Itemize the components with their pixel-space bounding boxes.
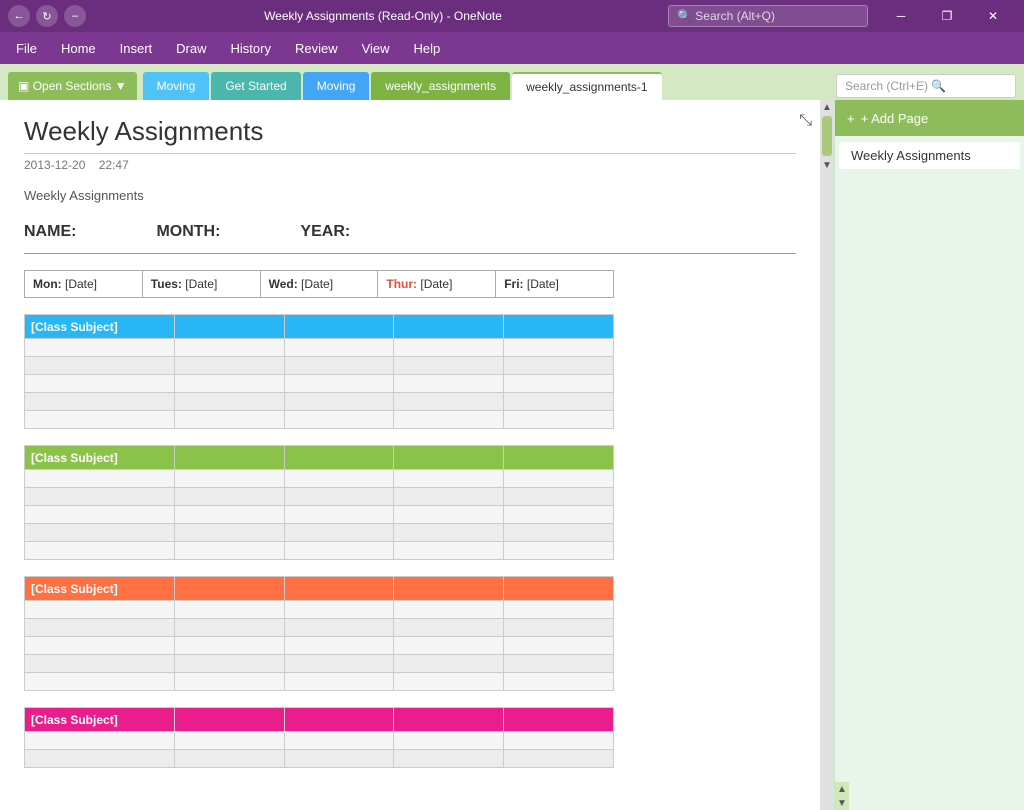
page-item[interactable]: Weekly Assignments (839, 142, 1020, 169)
pin-button[interactable]: ‒ (64, 5, 86, 27)
dropdown-icon: ▼ (115, 79, 127, 93)
page-title: Weekly Assignments (24, 116, 796, 154)
page-date: 2013-12-20 22:47 (24, 158, 796, 172)
scroll-thumb[interactable] (822, 116, 832, 156)
subject-cell-1: [Class Subject] (25, 315, 175, 339)
menu-bar: FileHomeInsertDrawHistoryReviewViewHelp (0, 32, 1024, 64)
page-subtitle: Weekly Assignments (24, 188, 796, 203)
right-scroll-up[interactable]: ▲ (835, 782, 849, 796)
table-row (25, 619, 614, 637)
table-row (25, 411, 614, 429)
table-row (25, 732, 614, 750)
tab-search-placeholder: Search (Ctrl+E) (845, 79, 928, 93)
assign-table-1: [Class Subject] (24, 314, 614, 429)
menu-item-history[interactable]: History (219, 37, 283, 60)
days-row: Mon: [Date] Tues: [Date] Wed: [Date] Thu… (25, 271, 614, 298)
title-bar: ← ↻ ‒ Weekly Assignments (Read-Only) - O… (0, 0, 1024, 32)
table-row (25, 357, 614, 375)
open-sections-button[interactable]: ▣ Open Sections ▼ (8, 72, 137, 100)
page-time-value: 22:47 (99, 158, 129, 172)
minimize-button[interactable]: ─ (878, 0, 924, 32)
table-row (25, 393, 614, 411)
expand-button[interactable]: ⤡ (799, 112, 812, 130)
table-row (25, 655, 614, 673)
add-icon: + (847, 111, 855, 126)
year-label: YEAR: (300, 223, 350, 241)
page-item-label: Weekly Assignments (851, 148, 971, 163)
table-row (25, 488, 614, 506)
day-tues: Tues: [Date] (142, 271, 260, 298)
forward-button[interactable]: ↻ (36, 5, 58, 27)
day-thu: Thur: [Date] (378, 271, 496, 298)
close-button[interactable]: ✕ (970, 0, 1016, 32)
month-label: MONTH: (156, 223, 220, 241)
separator (24, 253, 796, 254)
table-header-4: [Class Subject] (25, 708, 614, 732)
table-row (25, 506, 614, 524)
window-controls-left: ← ↻ ‒ (8, 5, 86, 27)
window-buttons: ─ ❐ ✕ (878, 0, 1016, 32)
tab-search[interactable]: Search (Ctrl+E) 🔍 (836, 74, 1016, 98)
table-header-2: [Class Subject] (25, 446, 614, 470)
add-page-label: + Add Page (861, 111, 929, 126)
days-table: Mon: [Date] Tues: [Date] Wed: [Date] Thu… (24, 270, 614, 298)
tab-moving-2[interactable]: Moving (303, 72, 370, 100)
table-row (25, 470, 614, 488)
add-page-button[interactable]: + + Add Page (835, 100, 1024, 136)
right-panel: + + Add Page Weekly Assignments ▲ ▼ (834, 100, 1024, 810)
content-area: ⤡ Weekly Assignments 2013-12-20 22:47 We… (0, 100, 820, 810)
search-icon-tab: 🔍 (931, 79, 946, 93)
subject-cell-2: [Class Subject] (25, 446, 175, 470)
page-date-value: 2013-12-20 (24, 158, 85, 172)
assign-table-2: [Class Subject] (24, 445, 614, 560)
back-button[interactable]: ← (8, 5, 30, 27)
subject-cell-4: [Class Subject] (25, 708, 175, 732)
restore-button[interactable]: ❐ (924, 0, 970, 32)
pages-list: Weekly Assignments (835, 136, 1024, 782)
notebook-icon: ▣ (18, 79, 29, 93)
name-label: NAME: (24, 223, 76, 241)
table-row (25, 750, 614, 768)
notebook-label: Open Sections (33, 79, 112, 93)
fields-row: NAME: MONTH: YEAR: (24, 223, 796, 241)
table-header-1: [Class Subject] (25, 315, 614, 339)
menu-item-file[interactable]: File (4, 37, 49, 60)
subject-cell-3: [Class Subject] (25, 577, 175, 601)
day-fri: Fri: [Date] (496, 271, 614, 298)
table-row (25, 637, 614, 655)
table-row (25, 673, 614, 691)
search-icon: 🔍 (677, 9, 692, 23)
assign-table-3: [Class Subject] (24, 576, 614, 691)
day-wed: Wed: [Date] (260, 271, 378, 298)
tab-get-started[interactable]: Get Started (211, 72, 300, 100)
tab-weekly-assignments[interactable]: weekly_assignments (371, 72, 510, 100)
table-header-3: [Class Subject] (25, 577, 614, 601)
table-row (25, 375, 614, 393)
right-panel-scrollbar[interactable]: ▲ ▼ (835, 782, 849, 810)
scroll-down-arrow[interactable]: ▼ (820, 158, 834, 172)
table-row (25, 339, 614, 357)
tab-moving-1[interactable]: Moving (143, 72, 210, 100)
menu-item-review[interactable]: Review (283, 37, 350, 60)
menu-item-draw[interactable]: Draw (164, 37, 218, 60)
menu-item-home[interactable]: Home (49, 37, 108, 60)
main-layout: ⤡ Weekly Assignments 2013-12-20 22:47 We… (0, 100, 1024, 810)
table-row (25, 601, 614, 619)
content-scrollbar[interactable]: ▲ ▼ (820, 100, 834, 810)
tab-bar: ▣ Open Sections ▼ Moving Get Started Mov… (0, 64, 1024, 100)
table-row (25, 542, 614, 560)
menu-item-view[interactable]: View (350, 37, 402, 60)
title-search[interactable]: 🔍 Search (Alt+Q) (668, 5, 868, 27)
table-row (25, 524, 614, 542)
assign-table-4: [Class Subject] (24, 707, 614, 768)
tab-weekly-assignments-1[interactable]: weekly_assignments-1 (512, 72, 661, 100)
day-mon: Mon: [Date] (25, 271, 143, 298)
right-scroll-down[interactable]: ▼ (835, 796, 849, 810)
menu-item-insert[interactable]: Insert (108, 37, 165, 60)
scroll-up-arrow[interactable]: ▲ (820, 100, 834, 114)
window-title: Weekly Assignments (Read-Only) - OneNote (98, 9, 668, 23)
menu-item-help[interactable]: Help (402, 37, 453, 60)
